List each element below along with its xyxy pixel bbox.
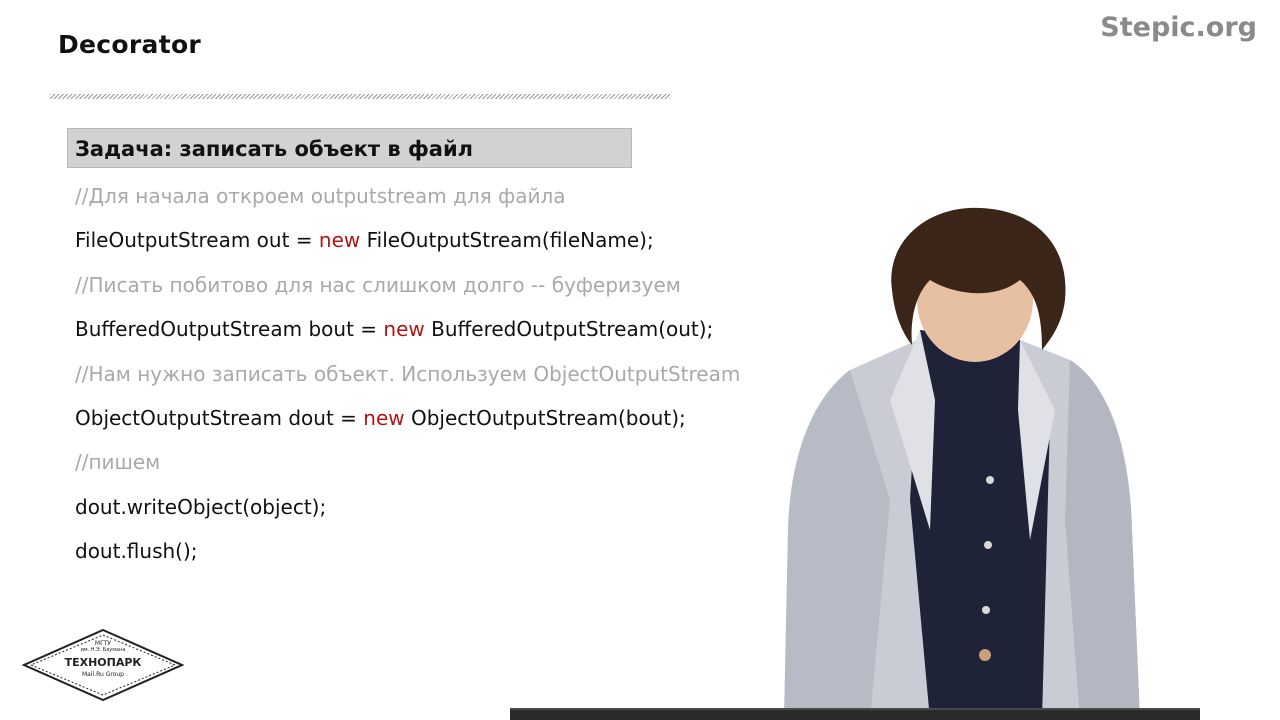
comment-text: //пишем xyxy=(75,450,161,474)
logo-line-1: МГТУ xyxy=(94,640,112,647)
code-text: dout.writeObject(object); xyxy=(75,495,327,519)
code-text: BufferedOutputStream bout = xyxy=(75,317,384,341)
comment-text: //Для начала откроем outputstream для фа… xyxy=(75,184,566,208)
technopark-logo: МГТУ им. Н.Э. Баумана ТЕХНОПАРК Mail.Ru … xyxy=(22,628,184,702)
code-text: ObjectOutputStream(bout); xyxy=(404,406,686,430)
keyword-new: new xyxy=(363,406,405,430)
code-comment-line: //Для начала откроем outputstream для фа… xyxy=(75,186,566,206)
code-comment-line: //Писать побитово для нас слишком долго … xyxy=(75,275,681,295)
code-text: dout.flush(); xyxy=(75,539,198,563)
code-statement-line: BufferedOutputStream bout = new Buffered… xyxy=(75,319,713,339)
brand-watermark: Stepic.org xyxy=(1100,12,1257,43)
keyboard-edge xyxy=(510,708,1200,720)
task-heading: Задача: записать объект в файл xyxy=(75,137,474,161)
title-divider xyxy=(50,94,670,99)
slide-title: Decorator xyxy=(58,30,202,59)
code-statement-line: dout.flush(); xyxy=(75,541,198,561)
code-text: BufferedOutputStream(out); xyxy=(424,317,714,341)
code-comment-line: //пишем xyxy=(75,452,160,472)
logo-line-4: Mail.Ru Group xyxy=(82,671,124,678)
logo-line-2: им. Н.Э. Баумана xyxy=(80,647,126,653)
slide-frame: Decorator Stepic.org Задача: записать об… xyxy=(0,0,1280,720)
comment-text: //Писать побитово для нас слишком долго … xyxy=(75,273,681,297)
code-text: FileOutputStream out = xyxy=(75,228,319,252)
code-comment-line: //Нам нужно записать объект. Используем … xyxy=(75,364,740,384)
code-statement-line: ObjectOutputStream dout = new ObjectOutp… xyxy=(75,408,686,428)
keyword-new: new xyxy=(383,317,425,341)
code-statement-line: FileOutputStream out = new FileOutputStr… xyxy=(75,230,654,250)
logo-line-3: ТЕХНОПАРК xyxy=(64,656,142,669)
keyword-new: new xyxy=(318,228,361,252)
code-text: FileOutputStream(fileName); xyxy=(360,228,654,252)
task-heading-box: Задача: записать объект в файл xyxy=(67,128,632,168)
code-statement-line: dout.writeObject(object); xyxy=(75,497,326,517)
code-text: ObjectOutputStream dout = xyxy=(75,406,364,430)
presenter-photo xyxy=(784,207,1140,720)
comment-text: //Нам нужно записать объект. Используем … xyxy=(75,362,741,386)
